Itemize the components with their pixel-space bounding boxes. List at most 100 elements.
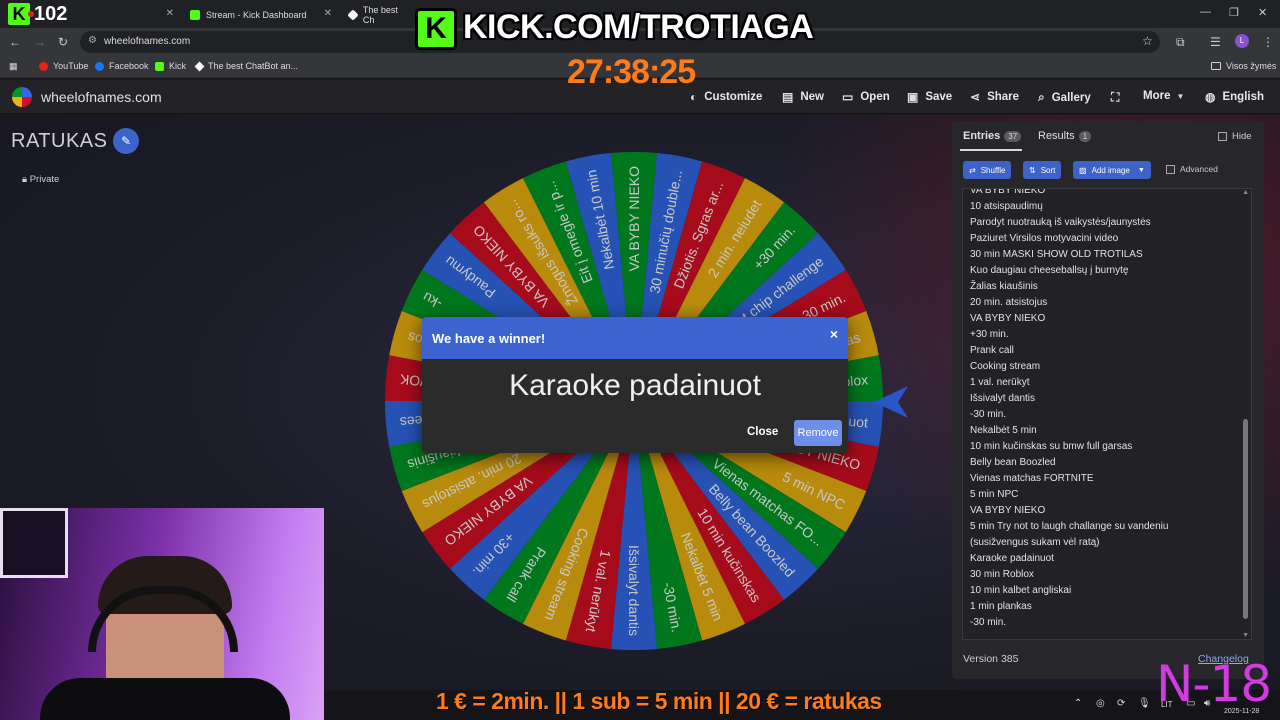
customize-button[interactable]: ◐ Customize [690, 90, 762, 104]
microphone-icon[interactable]: 🎙︎ [1138, 698, 1151, 709]
tray-chevron-icon[interactable]: ⌃ [1074, 698, 1082, 709]
language-button[interactable]: ◍ English [1205, 90, 1264, 104]
sort-button[interactable]: ⇅ Sort [1023, 161, 1062, 179]
tab-chatbot[interactable]: The best Ch [341, 4, 411, 26]
entry-line: 10 atsispaudimų [970, 201, 1043, 212]
entry-line: 20 min. atsistojus [970, 297, 1048, 308]
close-dialog-icon[interactable]: × [830, 326, 838, 342]
save-button[interactable]: ▣ Save [907, 90, 952, 104]
share-button[interactable]: ⋖ Share [970, 90, 1019, 104]
close-window-icon[interactable]: ✕ [1258, 6, 1267, 19]
palette-icon: ◐ [690, 90, 698, 104]
bookmark-facebook[interactable]: Facebook [95, 61, 149, 71]
wheel-pointer-icon [874, 386, 908, 418]
sort-icon: ⇅ [1029, 165, 1036, 175]
back-icon[interactable]: ← [9, 35, 21, 49]
tray-app-icon[interactable]: ◎ [1096, 698, 1105, 709]
entry-line: VA BYBY NIEKO [970, 313, 1046, 324]
winner-name: Karaoke padainuot [509, 369, 761, 402]
entry-line: Karaoke padainuot [970, 553, 1054, 564]
browser-menu-icon[interactable]: ⋮ [1262, 35, 1274, 49]
close-tab-icon[interactable]: ✕ [166, 8, 174, 19]
entry-line: Belly bean Boozled [970, 457, 1056, 468]
apps-grid-icon[interactable]: ▦ [9, 61, 18, 72]
button-label: Share [987, 91, 1020, 103]
chevron-down-icon: ▼ [1176, 91, 1185, 101]
kick-logo-icon: K [415, 8, 457, 50]
active-tab-indicator [960, 149, 1022, 151]
site-info-icon[interactable]: ⚙ [88, 35, 97, 46]
lock-icon: 🔒︎ [22, 174, 28, 185]
fullscreen-button[interactable]: ⛶ [1111, 90, 1126, 105]
reload-icon[interactable]: ↻ [58, 35, 68, 49]
subathon-timer: 27:38:25 [567, 53, 696, 91]
save-icon: ▣ [907, 90, 919, 104]
tab-label: The best Ch [362, 5, 398, 25]
dialog-title: We have a winner! [432, 331, 546, 346]
bookmark-label: Facebook [109, 61, 149, 71]
remove-button[interactable]: Remove [794, 420, 842, 446]
checkbox-label: Hide [1232, 131, 1252, 142]
maximize-icon[interactable]: ❐ [1229, 6, 1239, 19]
site-logo-text[interactable]: wheelofnames.com [41, 89, 162, 105]
new-button[interactable]: ▤ New [782, 90, 824, 104]
button-label: More [1143, 90, 1171, 102]
button-label: Sort [1040, 165, 1056, 175]
more-menu-button[interactable]: More ▼ [1143, 90, 1191, 102]
checkbox-icon [1218, 132, 1227, 141]
scroll-down-icon[interactable]: ▼ [1242, 632, 1249, 639]
age-rating-badge: N-18 [1156, 655, 1272, 713]
entry-line: -30 min. [970, 409, 1007, 420]
bookmark-youtube[interactable]: YouTube [39, 61, 88, 71]
fullscreen-icon: ⛶ [1111, 90, 1120, 104]
forward-icon[interactable]: → [34, 35, 46, 49]
wheel-logo-icon[interactable] [12, 87, 32, 107]
close-tab-icon[interactable]: ✕ [324, 8, 332, 19]
button-label: Customize [704, 91, 763, 103]
tab-kick-dashboard[interactable]: Stream - Kick Dashboard ✕ [182, 4, 338, 26]
bookmark-kick[interactable]: Kick [155, 61, 186, 71]
entry-line: 30 min Roblox [970, 569, 1034, 580]
scrollbar-thumb[interactable] [1243, 419, 1248, 619]
winner-dialog: We have a winner! × Karaoke padainuot Cl… [422, 317, 848, 453]
pencil-icon: ✎ [120, 134, 132, 148]
tab-results[interactable]: Results 1 [1038, 130, 1092, 142]
bookmark-label: The best ChatBot an... [208, 61, 299, 71]
bookmark-label: YouTube [53, 61, 89, 71]
viewer-count-overlay: K 102 [4, 2, 80, 26]
button-label: Gallery [1051, 91, 1091, 104]
results-count-badge: 1 [1078, 131, 1092, 142]
entry-line: Žalias kiaušinis [970, 281, 1038, 292]
scroll-up-icon[interactable]: ▲ [1242, 189, 1249, 196]
wall-picture [0, 508, 68, 578]
bookmark-star-icon[interactable]: ☆ [1142, 34, 1153, 48]
reading-list-icon[interactable]: ☰ [1210, 35, 1221, 49]
entries-textarea[interactable]: VA BYBY NIEKO 10 atsispaudimų Parodyt nuot… [962, 188, 1252, 640]
entries-panel: Entries 37 Results 1 Hide ⇄ Shuffle ⇅ Sort ▨… [952, 121, 1264, 679]
extensions-icon[interactable]: ⧉ [1176, 35, 1185, 50]
hide-checkbox[interactable]: Hide [1218, 131, 1252, 142]
close-button[interactable]: Close [747, 426, 778, 438]
entry-line: (susižvengus sukam vėl ratą) [970, 537, 1100, 548]
new-file-icon: ▤ [782, 90, 794, 104]
advanced-checkbox[interactable]: Advanced [1166, 164, 1218, 174]
all-bookmarks[interactable]: Visos žymės [1211, 61, 1276, 71]
minimize-icon[interactable]: — [1200, 6, 1211, 18]
checkbox-icon [1166, 164, 1175, 174]
shuffle-button[interactable]: ⇄ Shuffle [963, 161, 1012, 179]
add-image-button[interactable]: ▨ Add image ▼ [1073, 161, 1151, 179]
button-label: Add image [1091, 165, 1130, 175]
edit-title-button[interactable]: ✎ [113, 128, 139, 154]
entries-count-badge: 37 [1004, 131, 1022, 142]
bookmark-chatbot[interactable]: The best ChatBot an... [194, 61, 299, 71]
profile-avatar[interactable]: L [1235, 34, 1249, 48]
gallery-button[interactable]: ⌕ Gallery [1038, 90, 1091, 105]
bookmark-label: Visos žymės [1226, 61, 1277, 71]
open-button[interactable]: ▭ Open [842, 90, 890, 104]
button-label: Shuffle [980, 165, 1006, 175]
chevron-down-icon: ▼ [1137, 166, 1145, 174]
tab-entries[interactable]: Entries 37 [963, 130, 1022, 142]
entry-line: Vienas matchas FORTNITE [970, 473, 1094, 484]
entry-line: 10 min kalbet angliskai [970, 585, 1072, 596]
tray-sync-icon[interactable]: ⟳ [1117, 698, 1125, 709]
